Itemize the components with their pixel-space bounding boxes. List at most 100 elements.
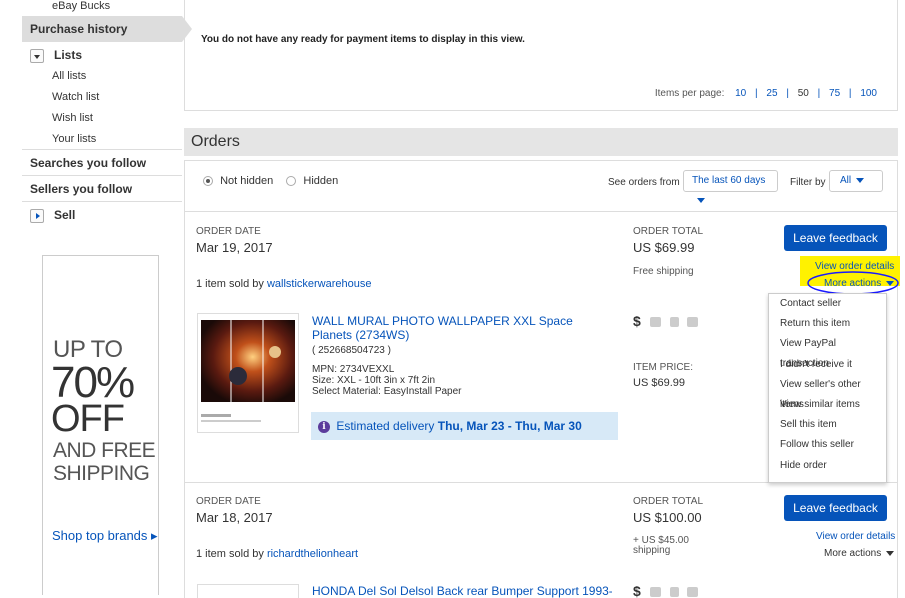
estimated-delivery: i Estimated delivery Thu, Mar 23 - Thu, … — [311, 412, 618, 440]
order-total-label: ORDER TOTAL — [633, 496, 704, 507]
feedback-icon — [669, 587, 679, 598]
sidebar-item-your-lists[interactable]: Your lists — [22, 129, 182, 150]
promo-ad[interactable]: UP TO 70% OFF AND FREE SHIPPING Shop top… — [42, 255, 159, 595]
per-page-50[interactable]: 50 — [798, 88, 809, 99]
not-hidden-radio[interactable] — [203, 176, 213, 187]
shipping-cost: Free shipping — [633, 266, 694, 277]
hidden-label: Hidden — [303, 175, 339, 187]
space-planets-image — [201, 320, 295, 422]
collapse-icon[interactable] — [30, 48, 44, 63]
paid-icon: $ — [633, 313, 641, 329]
info-icon: i — [318, 421, 330, 433]
sidebar-item-lists[interactable]: Lists — [22, 42, 182, 66]
more-actions-label: More actions — [824, 548, 882, 559]
item-thumbnail[interactable] — [197, 584, 299, 598]
received-icon — [687, 587, 699, 598]
item-mpn: MPN: 2734VEXXL — [312, 364, 395, 375]
menu-item-follow-seller[interactable]: Follow this seller — [769, 435, 886, 455]
order-total: US $100.00 — [633, 510, 702, 525]
orders-heading: Orders — [184, 128, 898, 156]
sidebar-item-purchase-history[interactable]: Purchase history — [22, 16, 192, 42]
item-title-link[interactable]: WALL MURAL PHOTO WALLPAPER XXL Space Pla… — [312, 314, 602, 342]
seller-link[interactable]: richardthelionheart — [267, 548, 358, 560]
sidebar-sell-label: Sell — [54, 208, 76, 222]
ad-line-off: OFF — [51, 398, 125, 440]
seller-link[interactable]: wallstickerwarehouse — [267, 278, 372, 290]
filter-by-value: All — [840, 175, 852, 186]
delivery-label: Estimated delivery — [336, 419, 435, 433]
order-date: Mar 19, 2017 — [196, 240, 273, 255]
sidebar-item-ebay-bucks[interactable]: eBay Bucks — [22, 0, 182, 16]
menu-item-contact-seller[interactable]: Contact seller — [769, 294, 886, 314]
chevron-down-icon — [886, 280, 895, 286]
items-per-page-label: Items per page: — [654, 88, 725, 99]
order-total: US $69.99 — [633, 240, 695, 255]
sidebar-lists-label: Lists — [54, 48, 83, 62]
sold-by-prefix: 1 item sold by — [196, 278, 264, 290]
sidebar-item-all-lists[interactable]: All lists — [22, 66, 182, 87]
item-title-link[interactable]: HONDA Del Sol Delsol Back rear Bumper Su… — [312, 584, 612, 598]
menu-item-return-item[interactable]: Return this item — [769, 314, 886, 334]
sidebar-item-watch-list[interactable]: Watch list — [22, 87, 182, 108]
chevron-down-icon — [886, 550, 895, 556]
item-thumbnail[interactable] — [197, 313, 299, 433]
ready-for-payment-panel: You do not have any ready for payment it… — [184, 0, 898, 111]
order-date: Mar 18, 2017 — [196, 510, 273, 525]
per-page-100[interactable]: 100 — [860, 88, 877, 99]
visibility-filter: Not hidden Hidden — [203, 175, 338, 187]
delivery-dates: Thu, Mar 23 - Thu, Mar 30 — [437, 419, 582, 433]
chevron-down-icon — [697, 197, 705, 203]
per-page-25[interactable]: 25 — [766, 88, 777, 99]
more-actions-button[interactable]: More actions — [824, 548, 895, 559]
sidebar-item-wish-list[interactable]: Wish list — [22, 108, 182, 129]
item-price-label: ITEM PRICE: — [633, 362, 694, 373]
shipped-icon — [649, 317, 661, 328]
sold-by: 1 item sold by wallstickerwarehouse — [196, 278, 371, 290]
menu-item-view-paypal[interactable]: View PayPal transaction — [769, 334, 886, 369]
items-per-page: Items per page: 10 | 25 | 50 | 75 | 100 — [654, 88, 877, 99]
filter-by-label: Filter by — [790, 177, 826, 188]
sold-by-prefix: 1 item sold by — [196, 548, 264, 560]
per-page-10[interactable]: 10 — [735, 88, 746, 99]
order-date-label: ORDER DATE — [196, 496, 261, 507]
date-range-dropdown[interactable]: The last 60 days — [683, 170, 778, 203]
more-actions-menu: Contact seller Return this item View Pay… — [768, 293, 887, 483]
chevron-down-icon — [856, 177, 865, 183]
sidebar-item-searches[interactable]: Searches you follow — [22, 150, 182, 176]
menu-item-not-received[interactable]: I didn't receive it — [769, 355, 886, 375]
sold-by: 1 item sold by richardthelionheart — [196, 548, 358, 560]
order-date-label: ORDER DATE — [196, 226, 261, 237]
item-size: Size: XXL - 10ft 3in x 7ft 2in — [312, 375, 436, 386]
shipping-word: shipping — [633, 545, 671, 556]
more-actions-label: More actions — [824, 278, 882, 289]
menu-item-hide-order[interactable]: Hide order — [769, 456, 886, 476]
menu-item-sell-this-item[interactable]: Sell this item — [769, 415, 886, 435]
leave-feedback-button[interactable]: Leave feedback — [784, 495, 887, 521]
leave-feedback-button[interactable]: Leave feedback — [784, 225, 887, 251]
shop-top-brands-link[interactable]: Shop top brands ▸ — [52, 528, 158, 544]
view-order-details-link[interactable]: View order details — [815, 261, 894, 272]
sidebar-item-sell[interactable]: Sell — [22, 202, 182, 228]
feedback-icon — [669, 317, 679, 328]
more-actions-button[interactable]: More actions — [824, 278, 895, 289]
see-orders-from-label: See orders from — [608, 177, 680, 188]
menu-item-seller-other-items[interactable]: View seller's other items — [769, 375, 886, 410]
divider — [184, 211, 898, 212]
paid-icon: $ — [633, 583, 641, 598]
status-icons: $ — [633, 313, 699, 329]
per-page-75[interactable]: 75 — [829, 88, 840, 99]
item-material: Select Material: EasyInstall Paper — [312, 386, 462, 397]
view-order-details-link[interactable]: View order details — [816, 531, 895, 542]
status-icons: $ — [633, 583, 699, 598]
item-price: US $69.99 — [633, 377, 685, 389]
menu-item-view-similar[interactable]: View similar items — [769, 395, 886, 415]
item-specifics: MPN: 2734VEXXL Size: XXL - 10ft 3in x 7f… — [312, 364, 462, 397]
sidebar-item-sellers[interactable]: Sellers you follow — [22, 176, 182, 202]
not-hidden-label: Not hidden — [220, 175, 274, 187]
ad-line-free-shipping: AND FREE SHIPPING — [53, 439, 156, 485]
expand-icon[interactable] — [30, 208, 44, 223]
empty-message: You do not have any ready for payment it… — [201, 34, 525, 45]
date-range-value: The last 60 days — [692, 175, 766, 186]
filter-by-dropdown[interactable]: All — [829, 170, 883, 192]
hidden-radio[interactable] — [286, 176, 297, 187]
